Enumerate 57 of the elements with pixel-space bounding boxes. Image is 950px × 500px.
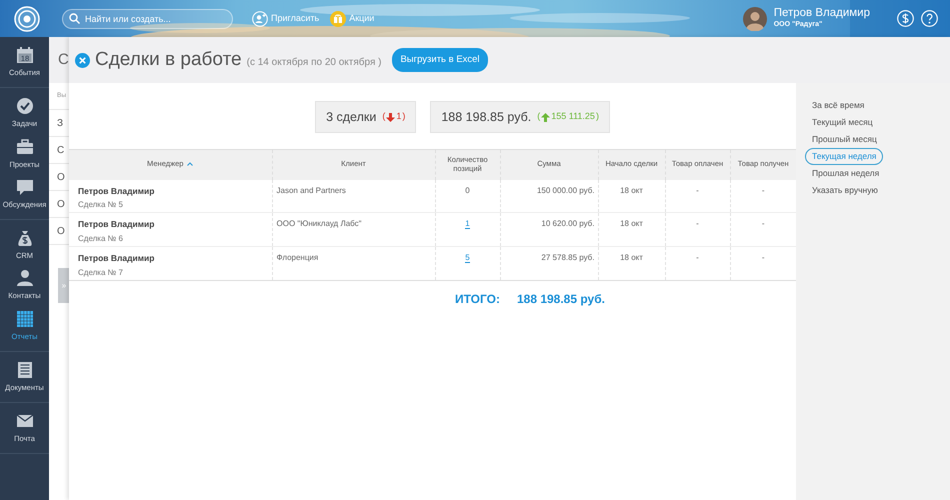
bracket: ) [402,110,406,124]
deal-name: Сделка № 7 [78,266,124,279]
table-cell: 0 [435,180,500,213]
table-cell: 150 000.00 руб. [500,180,598,213]
deal-name: Сделка № 5 [78,199,124,212]
table-cell: 27 578.85 руб. [500,246,598,280]
person-icon [16,269,34,288]
period-option[interactable]: Прошлый месяц [805,131,884,148]
search-icon [69,13,80,24]
user-name: Петров Владимир [774,6,870,20]
table-cell: - [665,246,730,280]
change-value: 155 111.25 [551,110,595,124]
money-bag-icon [16,229,34,247]
table-cell: - [665,212,730,246]
period-option[interactable]: За всё время [805,97,872,114]
stat-value: 3 сделки [326,108,376,126]
bracket: ) [596,110,599,124]
positions-link[interactable]: 5 [465,253,470,263]
manager-name: Петров Владимир [78,184,156,198]
gift-icon [330,10,346,26]
period-option[interactable]: Указать вручную [805,182,885,199]
table-cell: 18 окт [598,180,665,213]
change-value: 1 [396,110,402,124]
stat-value: 188 198.85 руб. [441,108,532,126]
avatar [742,6,767,30]
table-cell: Флоренция [272,246,435,280]
document-icon [16,360,34,379]
deal-name: Сделка № 6 [78,233,124,245]
bracket: ( [382,110,386,124]
positions-link[interactable]: 1 [465,219,470,230]
manager-name: Петров Владимир [78,252,156,265]
date-range: (с 14 октября по 20 октября ) [246,56,382,70]
logo-icon [14,6,40,32]
search-field[interactable]: Найти или создать... [62,8,233,28]
envelope-icon [16,412,34,430]
table-cell: - [665,180,730,213]
period-option[interactable]: Текущий месяц [805,114,880,131]
help-icon[interactable] [921,10,938,27]
period-option[interactable]: Прошлая неделя [805,165,886,182]
bracket: ( [537,110,540,124]
total-value: 188 198.85 руб. [516,290,605,308]
add-person-icon [252,10,268,26]
table-cell: ООО "Юниклауд Лабс" [272,212,435,246]
page-title: С [49,37,69,83]
manager-name: Петров Владимир [78,218,156,231]
grid-icon [16,310,34,328]
total-label: ИТОГО: [455,290,500,308]
panel-title: Сделки в работе [95,48,242,72]
briefcase-icon [16,138,34,156]
table-cell: 18 окт [598,212,665,246]
table-cell: Jason and Partners [272,180,435,213]
table-cell: 10 620.00 руб. [500,212,598,246]
check-icon [16,97,34,116]
table-cell: 18 окт [598,246,665,280]
close-icon[interactable] [75,52,90,68]
speech-bubble-icon [16,178,34,196]
dollar-icon[interactable] [897,10,914,27]
